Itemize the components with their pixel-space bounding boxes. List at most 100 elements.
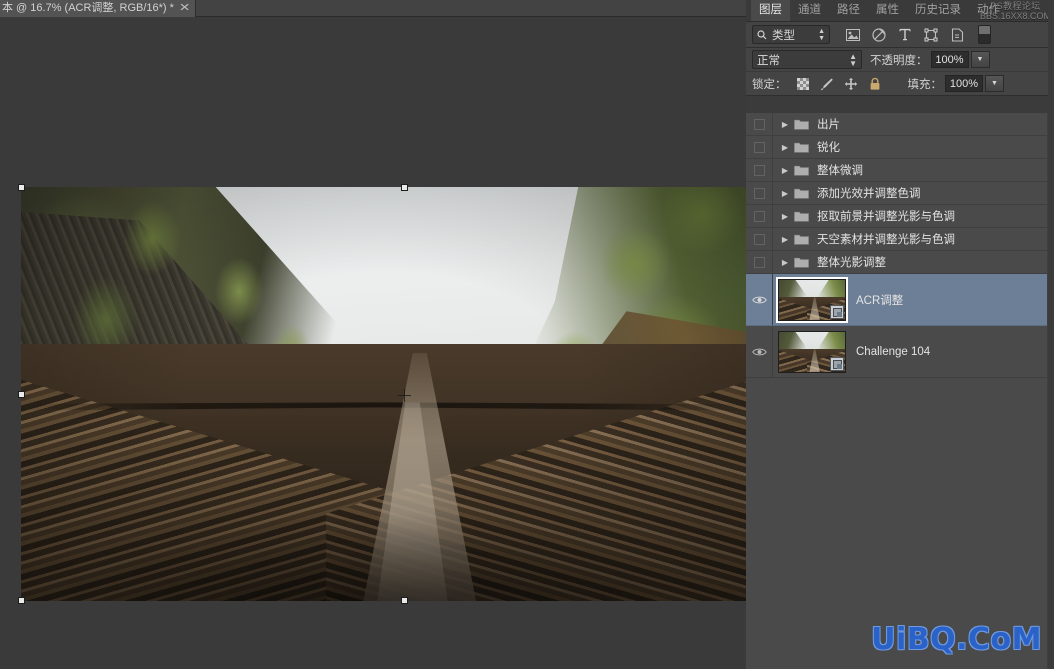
chevron-updown-icon[interactable]: ▲ ▼ bbox=[849, 52, 857, 67]
transform-handle-top-left[interactable] bbox=[18, 184, 25, 191]
lock-all-icon[interactable] bbox=[868, 77, 882, 91]
folder-icon bbox=[793, 187, 810, 199]
tab-layers-label: 图层 bbox=[759, 4, 782, 16]
lock-position-icon[interactable] bbox=[844, 77, 858, 91]
visibility-off-box bbox=[753, 233, 765, 245]
blend-mode-select[interactable]: 正常 ▲ ▼ bbox=[752, 50, 862, 69]
chevron-right-icon[interactable]: ▶ bbox=[777, 120, 793, 129]
site-watermark: UiBQ.CoM bbox=[871, 622, 1042, 657]
layer-visibility-toggle[interactable] bbox=[746, 251, 773, 273]
layer-visibility-toggle[interactable] bbox=[746, 205, 773, 227]
layer-visibility-toggle[interactable] bbox=[746, 159, 773, 181]
eye-icon bbox=[751, 296, 767, 303]
chevron-right-icon[interactable]: ▶ bbox=[777, 143, 793, 152]
layer-list[interactable]: ▶ 出片 ▶ 锐化 ▶ 整体微调 ▶ 添加光效并调整色调 ▶ 抠取前景并调整光影… bbox=[746, 113, 1054, 669]
folder-icon bbox=[793, 118, 810, 130]
blend-mode-value: 正常 bbox=[757, 54, 780, 67]
transform-handle-bottom-left[interactable] bbox=[18, 597, 25, 604]
layer-name: 整体光影调整 bbox=[817, 257, 886, 269]
chevron-right-icon[interactable]: ▶ bbox=[777, 166, 793, 175]
lock-transparency-icon[interactable] bbox=[796, 77, 810, 91]
layer-row-group-ruihua[interactable]: ▶ 锐化 bbox=[746, 136, 1054, 159]
lock-image-pixels-icon[interactable] bbox=[820, 77, 834, 91]
layer-thumbnail-cell[interactable] bbox=[773, 278, 849, 321]
opacity-label: 不透明度： bbox=[870, 54, 928, 67]
pixel-layer-filter-icon[interactable] bbox=[840, 24, 866, 46]
layer-thumbnail[interactable] bbox=[778, 278, 846, 321]
forum-watermark-top: PS教程论坛 BBS.16XX8.COM bbox=[980, 1, 1051, 21]
layer-visibility-toggle[interactable] bbox=[746, 113, 773, 135]
folder-icon bbox=[793, 164, 810, 176]
tab-properties-label: 属性 bbox=[876, 4, 899, 16]
layer-row-challenge-104[interactable]: Challenge 104 bbox=[746, 326, 1054, 378]
document-tab-bar: 本 @ 16.7% (ACR调整, RGB/16*) * ✕ bbox=[0, 0, 746, 17]
visibility-off-box bbox=[753, 164, 765, 176]
fill-label: 填充： bbox=[907, 78, 943, 91]
folder-icon bbox=[793, 233, 810, 245]
lock-icon-group bbox=[796, 77, 882, 91]
photo-image bbox=[21, 187, 746, 601]
document-tab[interactable]: 本 @ 16.7% (ACR调整, RGB/16*) * ✕ bbox=[0, 0, 197, 17]
search-icon bbox=[757, 29, 767, 39]
chevron-right-icon[interactable]: ▶ bbox=[777, 189, 793, 198]
tab-paths-label: 路径 bbox=[837, 4, 860, 16]
lock-row: 锁定： 填充： 100% ▼ bbox=[746, 72, 1054, 96]
layer-visibility-toggle[interactable] bbox=[746, 182, 773, 204]
layer-thumbnail[interactable] bbox=[778, 330, 846, 373]
tab-layers[interactable]: 图层 bbox=[751, 0, 790, 21]
transform-handle-middle-left[interactable] bbox=[18, 391, 25, 398]
close-icon[interactable]: ✕ bbox=[179, 3, 191, 14]
chevron-right-icon[interactable]: ▶ bbox=[777, 235, 793, 244]
tab-paths[interactable]: 路径 bbox=[829, 0, 868, 21]
chevron-right-icon[interactable]: ▶ bbox=[777, 212, 793, 221]
layer-visibility-toggle[interactable] bbox=[746, 326, 773, 377]
tab-channels-label: 通道 bbox=[798, 4, 821, 16]
tab-history-label: 历史记录 bbox=[915, 4, 961, 16]
document-canvas[interactable] bbox=[21, 187, 746, 601]
eye-icon bbox=[751, 348, 767, 355]
smart-object-filter-icon[interactable] bbox=[944, 24, 970, 46]
fill-value[interactable]: 100% bbox=[945, 75, 983, 92]
layer-visibility-toggle[interactable] bbox=[746, 274, 773, 325]
type-layer-filter-icon[interactable] bbox=[892, 24, 918, 46]
folder-icon bbox=[793, 256, 810, 268]
visibility-off-box bbox=[753, 118, 765, 130]
layer-name: 整体微调 bbox=[817, 165, 863, 177]
shape-layer-filter-icon[interactable] bbox=[918, 24, 944, 46]
adjustment-layer-filter-icon[interactable] bbox=[866, 24, 892, 46]
layer-row-group-chupian[interactable]: ▶ 出片 bbox=[746, 113, 1054, 136]
transform-handle-bottom-center[interactable] bbox=[401, 597, 408, 604]
opacity-value[interactable]: 100% bbox=[930, 51, 969, 68]
layer-name: 出片 bbox=[817, 119, 840, 131]
layer-visibility-toggle[interactable] bbox=[746, 228, 773, 250]
layer-visibility-toggle[interactable] bbox=[746, 136, 773, 158]
layer-row-acr-adjust[interactable]: ACR调整 bbox=[746, 274, 1054, 326]
tab-channels[interactable]: 通道 bbox=[790, 0, 829, 21]
fill-stepper[interactable]: ▼ bbox=[985, 75, 1004, 92]
chevron-right-icon[interactable]: ▶ bbox=[777, 258, 793, 267]
layer-row-group-guangxiao[interactable]: ▶ 添加光效并调整色调 bbox=[746, 182, 1054, 205]
layer-row-group-zhengtiweitiao[interactable]: ▶ 整体微调 bbox=[746, 159, 1054, 182]
folder-icon bbox=[793, 210, 810, 222]
transform-handle-top-center[interactable] bbox=[401, 184, 408, 191]
tab-properties[interactable]: 属性 bbox=[868, 0, 907, 21]
visibility-off-box bbox=[753, 256, 765, 268]
visibility-off-box bbox=[753, 141, 765, 153]
layer-row-group-zhengtiguangying[interactable]: ▶ 整体光影调整 bbox=[746, 251, 1054, 274]
lock-label: 锁定： bbox=[752, 78, 787, 91]
layer-name: 锐化 bbox=[817, 142, 840, 154]
smart-object-badge-icon bbox=[830, 356, 844, 371]
canvas-area[interactable] bbox=[0, 17, 746, 669]
filter-kind-select[interactable]: 类型 ▲ ▼ bbox=[752, 25, 830, 44]
layer-name: 添加光效并调整色调 bbox=[817, 188, 921, 200]
filter-enable-switch[interactable] bbox=[978, 25, 991, 44]
layer-row-group-kouqu[interactable]: ▶ 抠取前景并调整光影与色调 bbox=[746, 205, 1054, 228]
opacity-stepper[interactable]: ▼ bbox=[970, 51, 990, 68]
crosshair-cursor bbox=[398, 389, 411, 402]
layer-thumbnail-cell[interactable] bbox=[773, 330, 849, 373]
layer-row-group-tiankong[interactable]: ▶ 天空素材并调整光影与色调 bbox=[746, 228, 1054, 251]
chevron-updown-icon[interactable]: ▲ ▼ bbox=[818, 28, 825, 42]
tab-history[interactable]: 历史记录 bbox=[907, 0, 969, 21]
forum-watermark-line1: PS教程论坛 bbox=[990, 1, 1041, 11]
panel-right-edge bbox=[1048, 0, 1054, 669]
